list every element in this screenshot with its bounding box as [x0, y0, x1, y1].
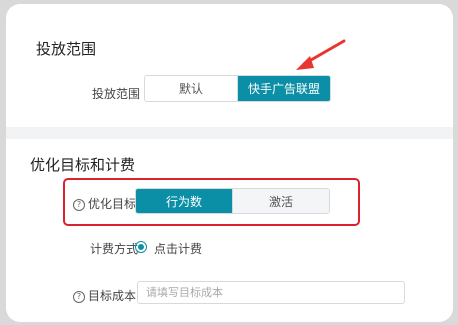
section-divider — [6, 127, 453, 139]
goal-label-text: 优化目标 — [88, 197, 137, 211]
goal-segmented-control: 行为数 激活 — [135, 188, 330, 214]
placement-label: 投放范围 — [92, 87, 141, 101]
placement-option-kuaishou-alliance[interactable]: 快手广告联盟 — [237, 76, 330, 101]
cost-label: ? 目标成本 — [73, 287, 136, 304]
target-cost-input[interactable] — [137, 281, 405, 304]
goal-label: ? 优化目标 — [73, 195, 136, 212]
section-title-optimization: 优化目标和计费 — [30, 156, 136, 174]
billing-option-label[interactable]: 点击计费 — [154, 240, 202, 257]
section-title-placement: 投放范围 — [36, 40, 97, 58]
goal-option-actions[interactable]: 行为数 — [136, 189, 232, 213]
placement-segmented-control: 默认 快手广告联盟 — [144, 75, 331, 102]
goal-option-activation[interactable]: 激活 — [232, 189, 329, 213]
help-icon[interactable]: ? — [73, 199, 85, 211]
billing-label: 计费方式 — [90, 242, 139, 256]
red-arrow-annotation — [296, 39, 346, 70]
cost-label-text: 目标成本 — [88, 289, 137, 303]
settings-card: 投放范围 投放范围 默认 快手广告联盟 优化目标和计费 ? 优化目标 行为数 激活… — [6, 4, 453, 322]
billing-radio-click[interactable] — [135, 241, 147, 253]
placement-option-default[interactable]: 默认 — [145, 76, 237, 101]
help-icon[interactable]: ? — [73, 291, 85, 303]
